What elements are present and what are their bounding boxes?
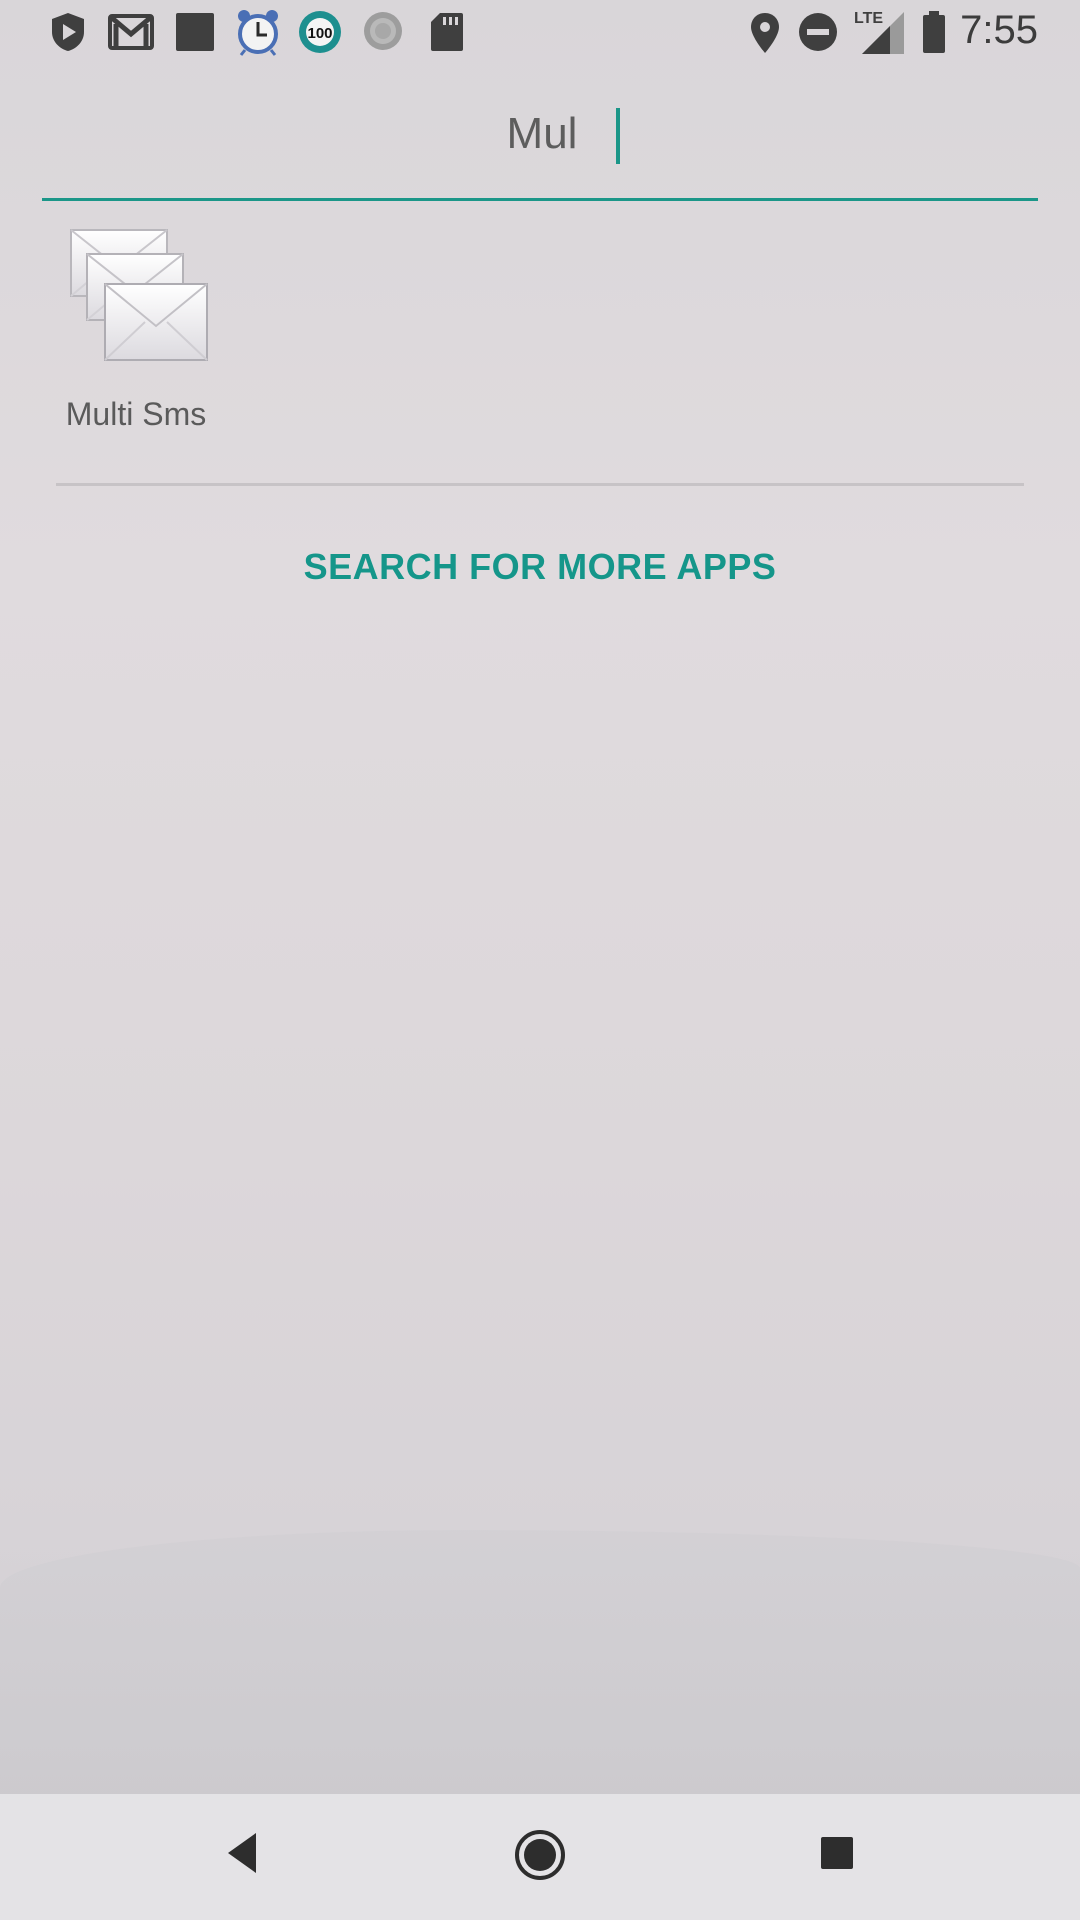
square-app-icon [176, 13, 214, 51]
app-search-bar[interactable] [42, 90, 1042, 201]
search-input[interactable] [42, 108, 1042, 160]
status-clock: 7:55 [960, 8, 1038, 52]
home-icon[interactable] [513, 1828, 567, 1882]
gmail-icon [108, 14, 154, 50]
battery-icon [923, 11, 945, 53]
sd-card-icon [431, 13, 463, 51]
do-not-disturb-icon [799, 13, 837, 51]
back-icon[interactable] [222, 1827, 262, 1879]
search-more-apps-button[interactable]: SEARCH FOR MORE APPS [0, 546, 1080, 588]
svg-text:100: 100 [307, 25, 332, 42]
text-cursor [616, 108, 620, 164]
multi-envelope-icon [70, 229, 208, 361]
sync-icon [364, 12, 402, 50]
status-bar: 100 LTE 7:55 [0, 0, 1080, 64]
location-icon [751, 13, 779, 53]
alarm-clock-icon [238, 10, 278, 56]
signal-icon: LTE [852, 10, 904, 54]
app-label: Multi Sms [65, 396, 207, 432]
shield-play-icon [52, 13, 84, 51]
navigation-bar [0, 1794, 1080, 1920]
divider [56, 483, 1024, 486]
app-result-multi-sms[interactable]: Multi Sms [56, 224, 216, 444]
battery-100-icon: 100 [299, 11, 341, 53]
recents-icon[interactable] [818, 1834, 856, 1872]
wallpaper-hill [0, 1530, 1080, 1800]
